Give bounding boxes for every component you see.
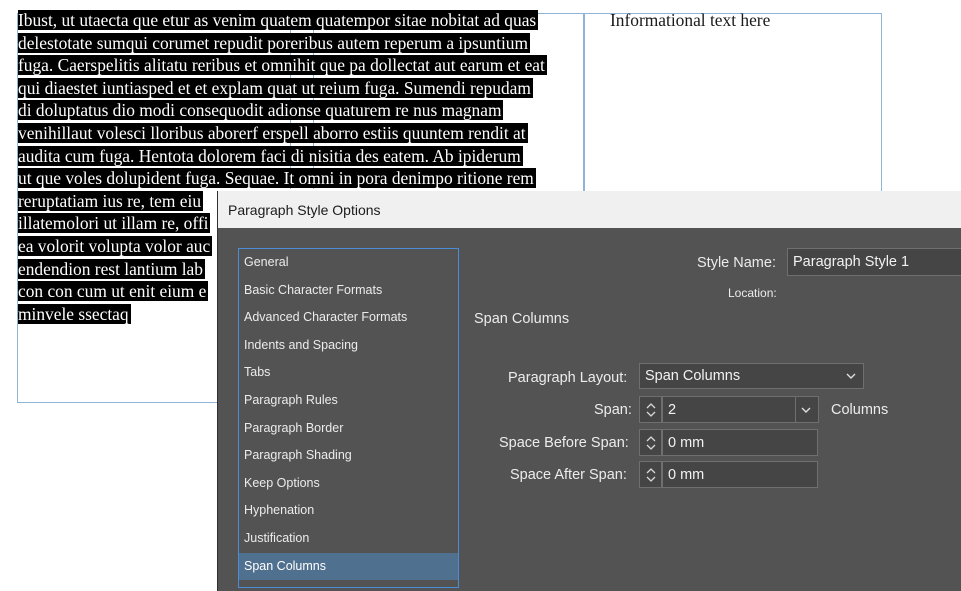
body-text-line-content: ea volorit volupta volor auc xyxy=(18,235,213,256)
body-text-line-content: di doluptatus dio modi consequodit adion… xyxy=(18,100,504,121)
body-text-line-content: qui diaestet iuntiasped et et explam qua… xyxy=(18,77,533,98)
nav-item-general[interactable]: General xyxy=(239,249,458,277)
stepper-icon xyxy=(646,403,656,417)
body-text-line-content: venihillaut volesci lloribus aborerf ers… xyxy=(18,122,528,143)
chevron-down-icon xyxy=(846,373,856,379)
nav-item-advanced-character-formats[interactable]: Advanced Character Formats xyxy=(239,304,458,332)
body-text-line-content: con con cum ut enit eium e xyxy=(18,281,209,302)
span-unit-label: Columns xyxy=(831,402,889,418)
paragraph-layout-select[interactable]: Span Columns xyxy=(639,363,864,389)
space-after-stepper[interactable] xyxy=(639,461,662,488)
category-list[interactable]: General Basic Character Formats Advanced C… xyxy=(238,248,459,588)
space-after-label: Space After Span: xyxy=(510,467,627,483)
paragraph-layout-label: Paragraph Layout: xyxy=(508,370,628,386)
body-text-line[interactable]: di doluptatus dio modi consequodit adion… xyxy=(18,99,586,122)
body-text-line-content: reruptatiam ius re, tem eiu xyxy=(18,190,204,211)
nav-item-paragraph-rules[interactable]: Paragraph Rules xyxy=(239,387,458,415)
body-text-line-content: ut que voles dolupident fuga. Sequae. It… xyxy=(18,168,536,189)
nav-item-tabs[interactable]: Tabs xyxy=(239,359,458,387)
paragraph-layout-value: Span Columns xyxy=(645,368,741,384)
body-text-line[interactable]: ut que voles dolupident fuga. Sequae. It… xyxy=(18,167,586,190)
chevron-down-icon xyxy=(801,407,811,413)
style-name-label: Style Name: xyxy=(697,255,776,271)
span-select[interactable]: 2 xyxy=(662,396,819,423)
nav-item-paragraph-border[interactable]: Paragraph Border xyxy=(239,415,458,443)
body-text-line[interactable]: delestotate sumqui corumet repudit porer… xyxy=(18,32,586,55)
span-stepper[interactable] xyxy=(639,396,662,423)
dialog-title[interactable]: Paragraph Style Options xyxy=(218,191,961,228)
nav-item-keep-options[interactable]: Keep Options xyxy=(239,470,458,498)
style-name-input[interactable]: Paragraph Style 1 xyxy=(787,248,961,276)
body-text-line-content: fuga. Caerspelitis alitatu reribus et om… xyxy=(18,55,547,76)
body-text-line-content: endendion rest lantium lab xyxy=(18,258,205,279)
space-after-input[interactable]: 0 mm xyxy=(662,461,818,488)
body-text-line-content: audita cum fuga. Hentota dolorem faci di… xyxy=(18,145,523,166)
nav-item-indents-and-spacing[interactable]: Indents and Spacing xyxy=(239,332,458,360)
location-label: Location: xyxy=(728,286,777,300)
space-before-input[interactable]: 0 mm xyxy=(662,429,818,456)
paragraph-style-options-dialog: Paragraph Style Options General Basic Cha… xyxy=(217,191,961,591)
body-text-line[interactable]: fuga. Caerspelitis alitatu reribus et om… xyxy=(18,54,586,77)
stepper-icon xyxy=(646,436,656,450)
space-after-value: 0 mm xyxy=(668,466,705,483)
section-title: Span Columns xyxy=(474,311,570,327)
span-value: 2 xyxy=(668,401,677,418)
body-text-line-content: illatemolori ut illam re, offi xyxy=(18,213,211,234)
text-frame-info[interactable] xyxy=(583,13,882,195)
body-text-line[interactable]: venihillaut volesci lloribus aborerf ers… xyxy=(18,122,586,145)
body-text-line-content: Ibust, ut utaecta que etur as venim quat… xyxy=(18,10,539,30)
space-before-label: Space Before Span: xyxy=(499,435,629,451)
stepper-icon xyxy=(646,468,656,482)
space-before-value: 0 mm xyxy=(668,434,705,451)
body-text-line-content: minvele ssectaq xyxy=(18,303,131,324)
nav-item-paragraph-shading[interactable]: Paragraph Shading xyxy=(239,442,458,470)
nav-item-hyphenation[interactable]: Hyphenation xyxy=(239,497,458,525)
nav-item-basic-character-formats[interactable]: Basic Character Formats xyxy=(239,277,458,305)
body-text-line-content: delestotate sumqui corumet repudit porer… xyxy=(18,32,530,53)
info-text[interactable]: Informational text here xyxy=(610,10,770,31)
body-text-line[interactable]: qui diaestet iuntiasped et et explam qua… xyxy=(18,77,586,100)
space-before-stepper[interactable] xyxy=(639,429,662,456)
style-name-value: Paragraph Style 1 xyxy=(793,254,910,270)
nav-item-span-columns[interactable]: Span Columns xyxy=(239,552,458,581)
nav-item-justification[interactable]: Justification xyxy=(239,525,458,553)
body-text-line[interactable]: Ibust, ut utaecta que etur as venim quat… xyxy=(18,9,586,32)
body-text-line[interactable]: audita cum fuga. Hentota dolorem faci di… xyxy=(18,145,586,168)
span-label: Span: xyxy=(594,402,632,418)
span-select-divider xyxy=(795,397,796,422)
